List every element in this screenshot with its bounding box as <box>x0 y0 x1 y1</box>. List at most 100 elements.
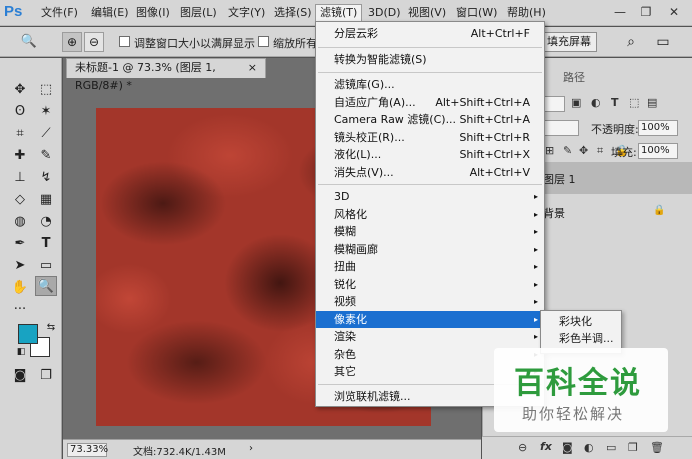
menu-item-camera-raw[interactable]: Camera Raw 滤镜(C)... Shift+Ctrl+A <box>316 111 544 129</box>
zoom-out-icon[interactable]: ⊖ <box>84 32 104 52</box>
submenu-arrow-icon: ▸ <box>533 244 538 254</box>
type-tool-icon[interactable]: T <box>35 234 57 254</box>
menu-item-sharpen[interactable]: 锐化 ▸ <box>316 276 544 294</box>
document-tab[interactable]: 未标题-1 @ 73.3% (图层 1, RGB/8#) * × <box>66 58 266 92</box>
restore-icon[interactable]: ❐ <box>634 4 658 20</box>
add-mask-icon[interactable]: ◙ <box>562 441 573 454</box>
menu-view[interactable]: 视图(V) <box>404 4 450 22</box>
crop-tool-icon[interactable]: ⌗ <box>9 124 31 144</box>
menu-edit[interactable]: 编辑(E) <box>87 4 133 22</box>
delete-layer-icon[interactable]: 🗑 <box>650 441 664 454</box>
lock-image-icon[interactable]: ✎ <box>563 144 572 157</box>
menu-item-label: 3D <box>334 190 350 203</box>
filter-shape-icon[interactable]: ⬚ <box>629 96 639 109</box>
clone-stamp-icon[interactable]: ⊥ <box>9 168 31 188</box>
history-brush-icon[interactable]: ↯ <box>35 168 57 188</box>
menu-file[interactable]: 文件(F) <box>37 4 82 22</box>
brush-tool-icon[interactable]: ✎ <box>35 146 57 166</box>
zoom-tool-preset-icon[interactable]: 🔍 <box>18 32 40 52</box>
close-icon[interactable]: ✕ <box>662 4 686 20</box>
opacity-field[interactable]: 100% <box>638 120 678 136</box>
eyedropper-icon[interactable]: ⟋ <box>35 124 57 144</box>
adjustment-layer-icon[interactable]: ◐ <box>584 441 594 454</box>
layer-filter-select[interactable] <box>543 96 565 112</box>
lasso-tool-icon[interactable]: ʘ <box>9 102 31 122</box>
menu-help[interactable]: 帮助(H) <box>503 4 550 22</box>
resize-window-label: 调整窗口大小以满屏显示 <box>134 37 255 50</box>
filter-type-icon[interactable]: T <box>611 96 619 109</box>
dodge-tool-icon[interactable]: ◔ <box>35 212 57 232</box>
pen-tool-icon[interactable]: ✒ <box>9 234 31 254</box>
marquee-tool-icon[interactable]: ⬚ <box>35 80 57 100</box>
workspace-icon[interactable]: ▭ <box>652 34 674 52</box>
layer-style-icon[interactable]: fx <box>540 440 552 453</box>
lock-artboard-icon[interactable]: ⌗ <box>597 144 603 158</box>
menu-item-pixelate[interactable]: 像素化 ▸ <box>316 310 544 328</box>
eraser-tool-icon[interactable]: ◇ <box>9 190 31 210</box>
menu-3d[interactable]: 3D(D) <box>364 4 405 22</box>
screen-mode-icon[interactable]: ❐ <box>35 366 57 386</box>
menu-item-label: 渲染 <box>334 330 356 343</box>
submenu-item-color-halftone[interactable]: 彩色半调... <box>541 330 621 347</box>
move-tool-icon[interactable]: ✥ <box>9 80 31 100</box>
edit-toolbar-icon[interactable]: ··· <box>9 300 31 320</box>
status-bar: 73.33% 文档:732.4K/1.43M › <box>63 439 481 459</box>
menu-item-last-filter[interactable]: 分层云彩 Alt+Ctrl+F <box>316 25 544 43</box>
rectangle-tool-icon[interactable]: ▭ <box>35 256 57 276</box>
tab-paths[interactable]: 路径 <box>563 68 585 88</box>
menu-item-label: 转换为智能滤镜(S) <box>334 53 427 66</box>
fill-field[interactable]: 100% <box>638 143 678 159</box>
menu-type[interactable]: 文字(Y) <box>224 4 269 22</box>
lock-position-icon[interactable]: ✥ <box>579 144 588 157</box>
menu-item-convert-smart-filter[interactable]: 转换为智能滤镜(S) <box>316 51 544 69</box>
menu-item-vanishing-point[interactable]: 消失点(V)... Alt+Ctrl+V <box>316 164 544 182</box>
filter-adjustment-icon[interactable]: ◐ <box>591 96 601 109</box>
path-selection-icon[interactable]: ➤ <box>9 256 31 276</box>
menu-window[interactable]: 窗口(W) <box>452 4 501 22</box>
new-group-icon[interactable]: ▭ <box>606 441 616 454</box>
foreground-color-swatch[interactable] <box>18 324 38 344</box>
submenu-item-facet[interactable]: 彩块化 <box>541 313 621 330</box>
zoom-in-icon[interactable]: ⊕ <box>62 32 82 52</box>
blur-tool-icon[interactable]: ◍ <box>9 212 31 232</box>
status-menu-arrow[interactable]: › <box>249 443 253 454</box>
minimize-icon[interactable]: — <box>608 4 632 20</box>
watermark-subtitle: 助你轻松解决 <box>522 405 625 423</box>
menu-item-render[interactable]: 渲染 ▸ <box>316 328 544 346</box>
resize-window-checkbox[interactable] <box>119 36 130 47</box>
healing-brush-icon[interactable]: ✚ <box>9 146 31 166</box>
hand-tool-icon[interactable]: ✋ <box>9 278 31 298</box>
zoom-tool-icon[interactable]: 🔍 <box>35 276 57 296</box>
zoom-all-checkbox[interactable] <box>258 36 269 47</box>
menu-item-blur[interactable]: 模糊 ▸ <box>316 223 544 241</box>
fill-screen-button[interactable]: 填充屏幕 <box>541 32 597 52</box>
new-layer-icon[interactable]: ❐ <box>628 441 638 454</box>
menu-item-video[interactable]: 视频 ▸ <box>316 293 544 311</box>
menu-item-stylize[interactable]: 风格化 ▸ <box>316 206 544 224</box>
default-colors-icon[interactable]: ◧ <box>10 342 32 362</box>
menu-item-adaptive-wide-angle[interactable]: 自适应广角(A)... Alt+Shift+Ctrl+A <box>316 94 544 112</box>
menu-select[interactable]: 选择(S) <box>270 4 316 22</box>
lock-pixels-icon[interactable]: ⊞ <box>545 144 554 157</box>
menu-filter[interactable]: 滤镜(T) <box>315 4 363 22</box>
blend-mode-select[interactable] <box>543 120 579 136</box>
menu-item-distort[interactable]: 扭曲 ▸ <box>316 258 544 276</box>
menu-image[interactable]: 图像(I) <box>132 4 174 22</box>
filter-image-icon[interactable]: ▣ <box>571 96 581 109</box>
magic-wand-icon[interactable]: ✶ <box>35 102 57 122</box>
quick-mask-icon[interactable]: ◙ <box>9 366 31 386</box>
menu-item-lens-correction[interactable]: 镜头校正(R)... Shift+Ctrl+R <box>316 129 544 147</box>
search-icon[interactable]: ⌕ <box>622 34 640 52</box>
filter-smart-icon[interactable]: ▤ <box>647 96 657 109</box>
swap-colors-icon[interactable]: ⇆ <box>40 318 62 338</box>
close-tab-icon[interactable]: × <box>248 59 257 77</box>
menu-item-filter-gallery[interactable]: 滤镜库(G)... <box>316 76 544 94</box>
menu-item-blur-gallery[interactable]: 模糊画廊 ▸ <box>316 241 544 259</box>
menu-item-3d[interactable]: 3D ▸ <box>316 188 544 206</box>
zoom-level-field[interactable]: 73.33% <box>67 443 108 457</box>
menu-item-label: 镜头校正(R)... <box>334 130 405 144</box>
menu-item-liquify[interactable]: 液化(L)... Shift+Ctrl+X <box>316 146 544 164</box>
gradient-tool-icon[interactable]: ▦ <box>35 190 57 210</box>
menu-layer[interactable]: 图层(L) <box>176 4 221 22</box>
link-layers-icon[interactable]: ⊖ <box>518 441 527 454</box>
